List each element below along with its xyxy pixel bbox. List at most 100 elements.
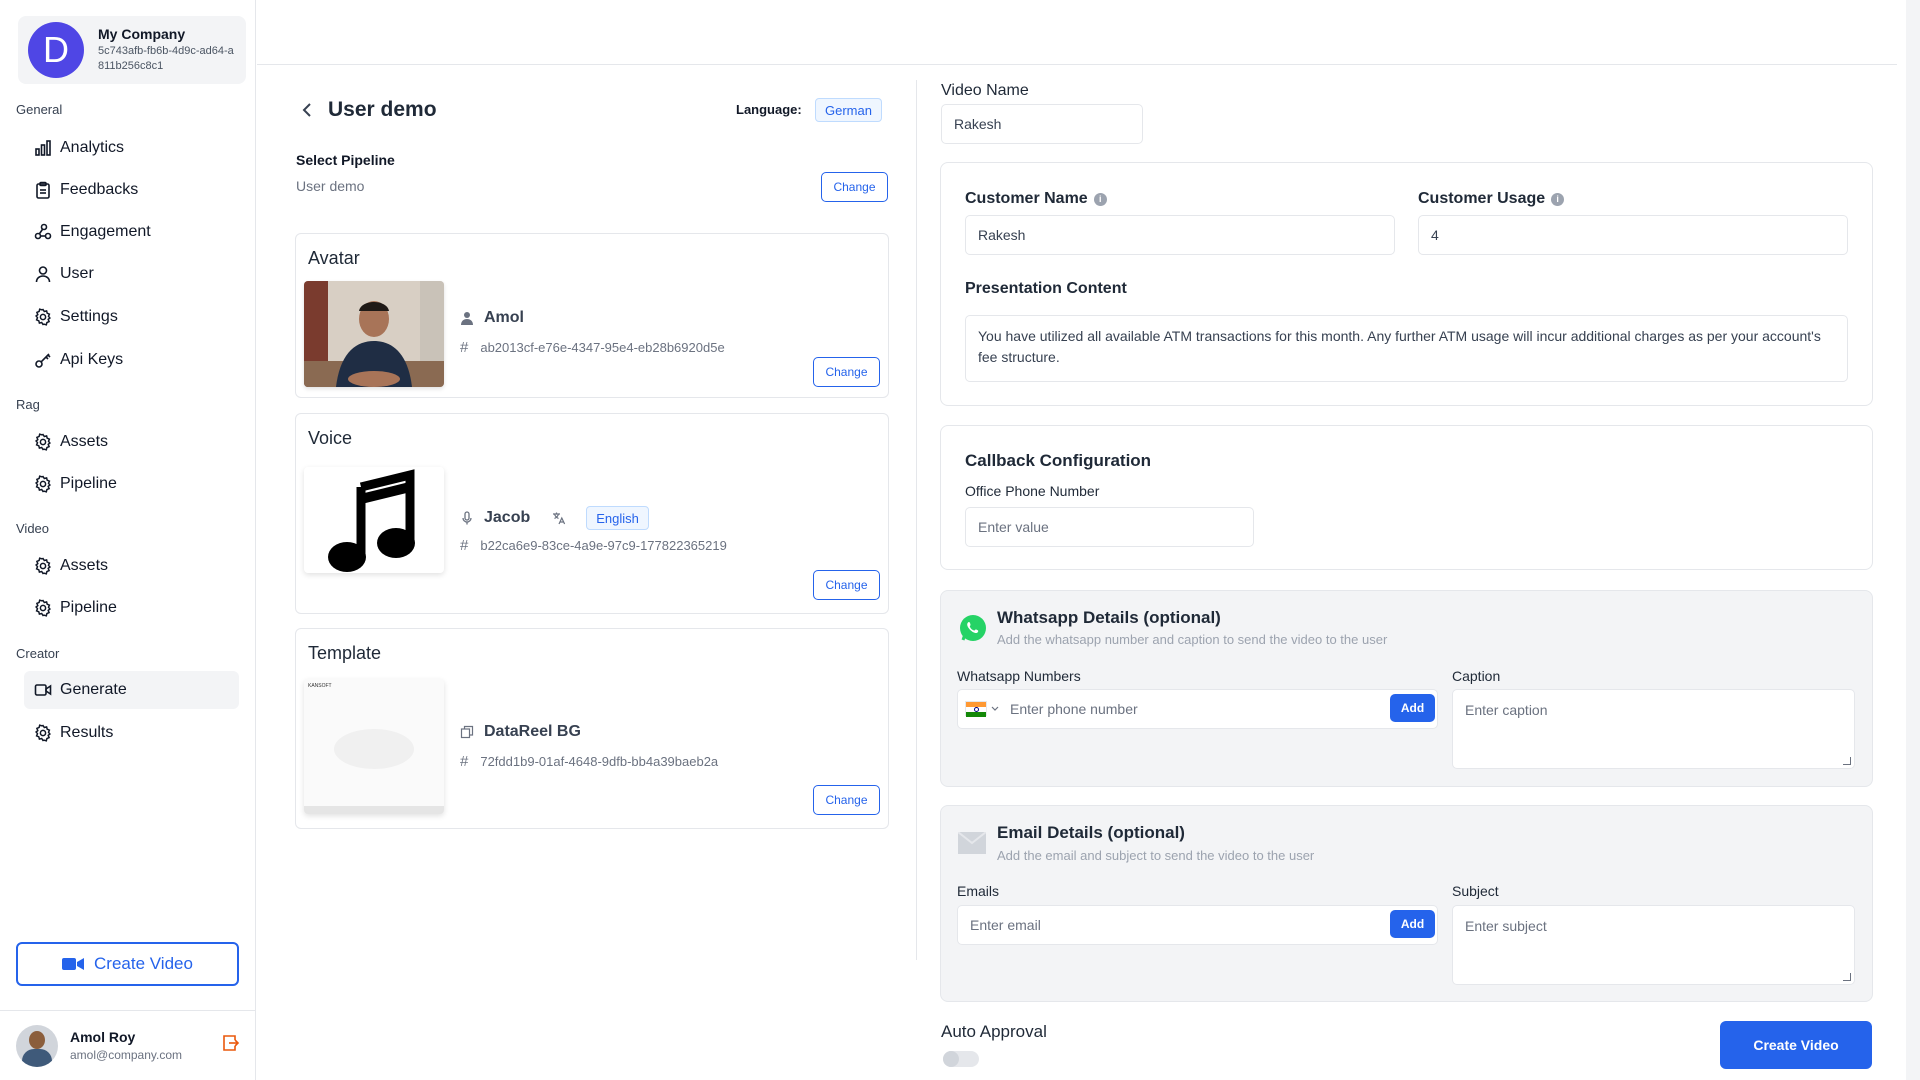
voice-id: b22ca6e9-83ce-4a9e-97c9-177822365219 (480, 538, 727, 553)
sidebar: D My Company 5c743afb-fb6b-4d9c-ad64-a81… (0, 0, 256, 1080)
logout-icon[interactable] (220, 1033, 240, 1053)
user-name: Amol Roy (70, 1029, 136, 1045)
sidebar-item-label: Assets (60, 433, 109, 450)
sidebar-item-label: Assets (60, 557, 109, 574)
caption-textarea[interactable]: Enter caption (1452, 689, 1855, 769)
sidebar-item-analytics[interactable]: Analytics (24, 129, 239, 167)
sidebar-item-video-assets[interactable]: Assets (24, 547, 239, 585)
chevron-down-icon[interactable] (991, 706, 999, 712)
auto-approval-toggle[interactable] (943, 1051, 979, 1067)
sidebar-item-label: Api Keys (60, 351, 124, 368)
avatar-id-row: # ab2013cf-e76e-4347-95e4-eb28b6920d5e (460, 339, 725, 356)
translate-icon (552, 511, 566, 525)
customer-name-label: Customer Name i (965, 190, 1107, 208)
sidebar-item-generate[interactable]: Generate (24, 671, 239, 709)
resize-handle[interactable] (1843, 757, 1851, 765)
video-name-label: Video Name (941, 82, 1029, 99)
email-input[interactable]: Enter email (957, 905, 1438, 945)
sidebar-item-rag-pipeline[interactable]: Pipeline (24, 465, 239, 503)
customer-name-input[interactable]: Rakesh (965, 215, 1395, 255)
sidebar-item-label: Pipeline (60, 599, 117, 616)
presentation-content-label: Presentation Content (965, 280, 1127, 297)
hash-icon: # (460, 537, 469, 554)
microphone-icon (460, 511, 474, 525)
voice-name: Jacob (484, 509, 531, 526)
whatsapp-title: Whatsapp Details (optional) (997, 608, 1221, 627)
add-whatsapp-number-button[interactable]: Add (1390, 694, 1435, 722)
section-label-video: Video (16, 521, 50, 536)
callback-title: Callback Configuration (965, 451, 1152, 470)
customer-usage-label-text: Customer Usage (1418, 190, 1546, 207)
sidebar-item-engagement[interactable]: Engagement (24, 213, 239, 251)
avatar-name-row: Amol (460, 309, 524, 327)
whatsapp-phone-input[interactable]: Enter phone number (957, 689, 1438, 729)
sidebar-item-rag-assets[interactable]: Assets (24, 423, 239, 461)
info-icon[interactable]: i (1093, 192, 1107, 206)
customer-usage-label: Customer Usage i (1418, 190, 1565, 208)
scrollbar[interactable] (1906, 0, 1920, 1080)
company-id: 5c743afb-fb6b-4d9c-ad64-a811b256c8c1 (98, 45, 234, 72)
email-title: Email Details (optional) (997, 823, 1185, 842)
toggle-knob (943, 1051, 959, 1067)
header-divider (257, 64, 1897, 65)
user-icon (34, 265, 52, 283)
hash-icon: # (460, 753, 469, 770)
language-badge[interactable]: German (815, 98, 882, 122)
india-flag-icon[interactable] (965, 701, 987, 717)
change-pipeline-button[interactable]: Change (821, 172, 888, 202)
sidebar-item-settings[interactable]: Settings (24, 298, 239, 336)
language-label: Language: (736, 102, 802, 117)
template-card-title: Template (308, 643, 382, 663)
add-email-button[interactable]: Add (1390, 910, 1435, 938)
subject-placeholder: Enter subject (1465, 918, 1547, 934)
sidebar-item-results[interactable]: Results (24, 714, 239, 752)
resize-handle[interactable] (1843, 973, 1851, 981)
subject-textarea[interactable]: Enter subject (1452, 905, 1855, 985)
whatsapp-numbers-label: Whatsapp Numbers (957, 668, 1081, 684)
emails-label: Emails (957, 883, 1000, 899)
back-arrow-icon[interactable] (298, 100, 316, 120)
column-divider (916, 80, 917, 960)
select-pipeline-label: Select Pipeline (296, 152, 395, 168)
video-name-input[interactable]: Rakesh (941, 104, 1143, 144)
avatar-name: Amol (484, 309, 524, 326)
office-phone-input[interactable]: Enter value (965, 507, 1254, 547)
sidebar-item-label: Settings (60, 308, 118, 325)
person-icon (460, 311, 474, 325)
sidebar-create-video-button[interactable]: Create Video (16, 942, 239, 986)
customer-usage-input[interactable]: 4 (1418, 215, 1848, 255)
subject-label: Subject (1452, 883, 1499, 899)
sidebar-item-api-keys[interactable]: Api Keys (24, 341, 239, 379)
sidebar-item-feedbacks[interactable]: Feedbacks (24, 171, 239, 209)
sidebar-item-user[interactable]: User (24, 255, 239, 293)
company-switcher[interactable]: D My Company 5c743afb-fb6b-4d9c-ad64-a81… (18, 16, 246, 84)
change-voice-button[interactable]: Change (813, 570, 880, 600)
company-name: My Company (98, 26, 186, 42)
whatsapp-icon (960, 615, 986, 641)
change-avatar-button[interactable]: Change (813, 357, 880, 387)
video-camera-icon (62, 958, 85, 970)
selected-pipeline-value: User demo (296, 178, 365, 194)
gear-icon (34, 433, 52, 451)
copy-icon (460, 725, 474, 739)
gear-icon (34, 557, 52, 575)
caption-label: Caption (1452, 668, 1501, 684)
info-icon[interactable]: i (1551, 192, 1565, 206)
section-label-creator: Creator (16, 646, 60, 661)
whatsapp-subtitle: Add the whatsapp number and caption to s… (997, 632, 1388, 647)
create-video-label: Create Video (94, 954, 193, 973)
user-profile: Amol Roy amol@company.com (0, 1010, 256, 1080)
voice-name-row: Jacob English (460, 506, 649, 530)
presentation-content-textarea[interactable]: You have utilized all available ATM tran… (965, 315, 1848, 382)
sidebar-item-label: Feedbacks (60, 181, 139, 198)
template-thumbnail: KANSOFT (304, 679, 444, 814)
clipboard-icon (34, 181, 52, 199)
create-video-button[interactable]: Create Video (1720, 1021, 1872, 1069)
mail-icon (958, 832, 986, 854)
user-email: amol@company.com (70, 1048, 182, 1062)
bar-chart-icon (34, 139, 52, 157)
sidebar-item-video-pipeline[interactable]: Pipeline (24, 589, 239, 627)
auto-approval-label: Auto Approval (941, 1022, 1047, 1041)
sidebar-item-label: Engagement (60, 223, 151, 240)
change-template-button[interactable]: Change (813, 785, 880, 815)
